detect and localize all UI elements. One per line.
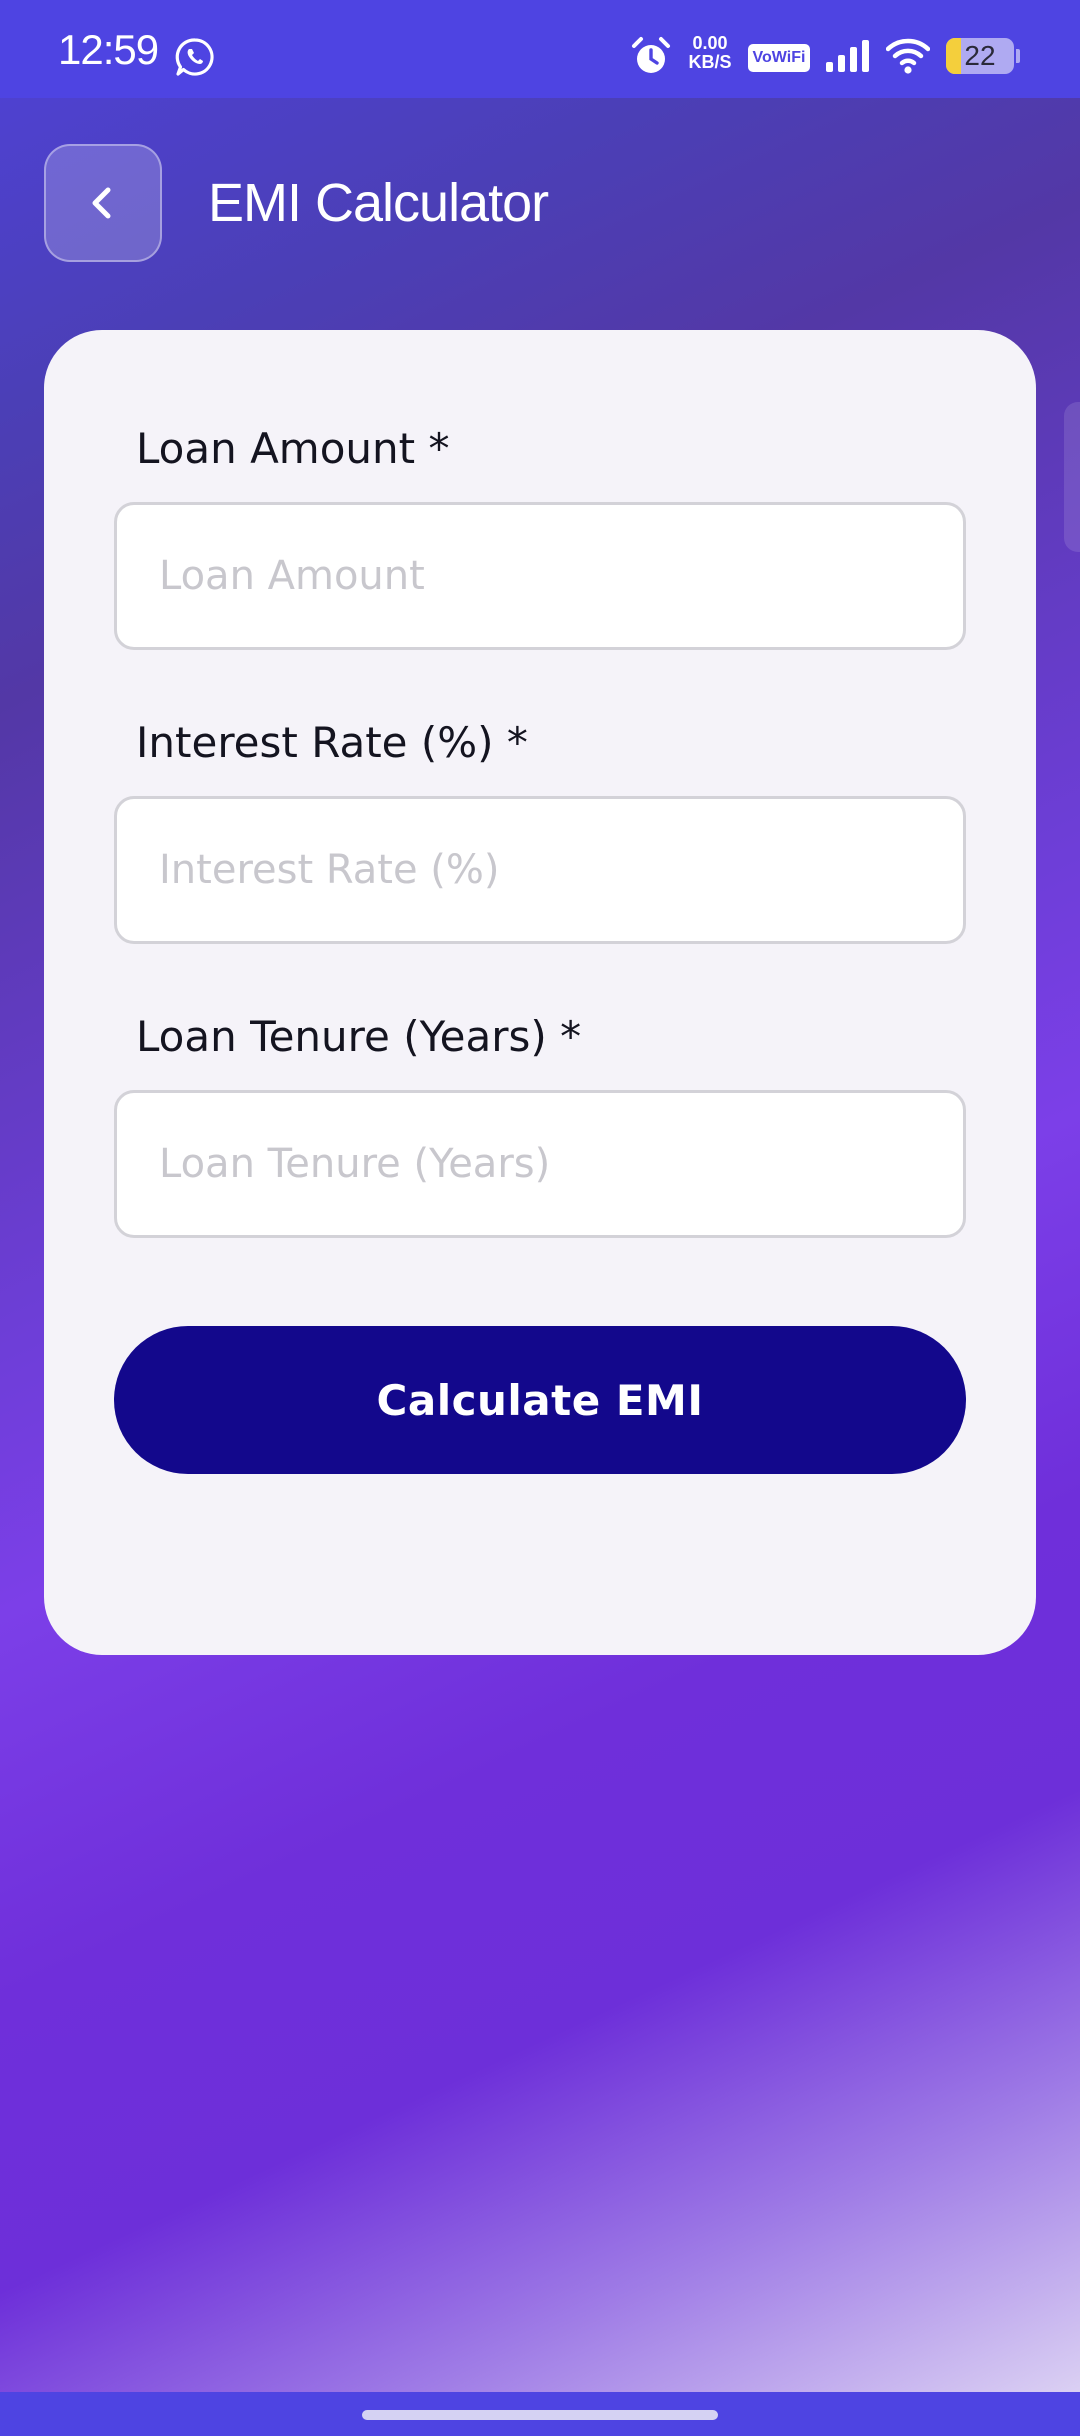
whatsapp-icon [175, 38, 214, 76]
loan-tenure-label: Loan Tenure (Years) * [136, 1012, 582, 1061]
page-title: EMI Calculator [208, 173, 549, 233]
interest-rate-input[interactable] [114, 796, 966, 944]
loan-amount-input[interactable] [114, 502, 966, 650]
network-speed-unit: KB/S [688, 52, 732, 72]
chevron-left-icon [92, 187, 111, 219]
status-time: 12:59 [58, 26, 159, 73]
network-speed-value: 0.00 [692, 33, 728, 53]
status-bar: 12:59 0.00 KB/S VoWiFi 22 [0, 0, 1080, 98]
edge-panel-handle[interactable] [1064, 402, 1080, 552]
calculate-emi-button[interactable]: Calculate EMI [114, 1326, 966, 1474]
network-speed: 0.00 KB/S [684, 34, 736, 72]
loan-tenure-input[interactable] [114, 1090, 966, 1238]
vowifi-badge: VoWiFi [748, 44, 810, 72]
battery-nub [1016, 49, 1020, 63]
home-gesture-bar[interactable] [362, 2410, 718, 2420]
battery-icon: 22 [946, 38, 1014, 74]
emi-form-card: Loan Amount * Interest Rate (%) * Loan T… [44, 330, 1036, 1655]
signal-icon [826, 40, 869, 72]
alarm-icon [632, 37, 670, 73]
loan-amount-label: Loan Amount * [136, 424, 450, 473]
battery-level: 22 [964, 40, 996, 71]
interest-rate-label: Interest Rate (%) * [136, 718, 528, 767]
wifi-icon [886, 38, 930, 74]
back-button[interactable] [44, 144, 162, 262]
